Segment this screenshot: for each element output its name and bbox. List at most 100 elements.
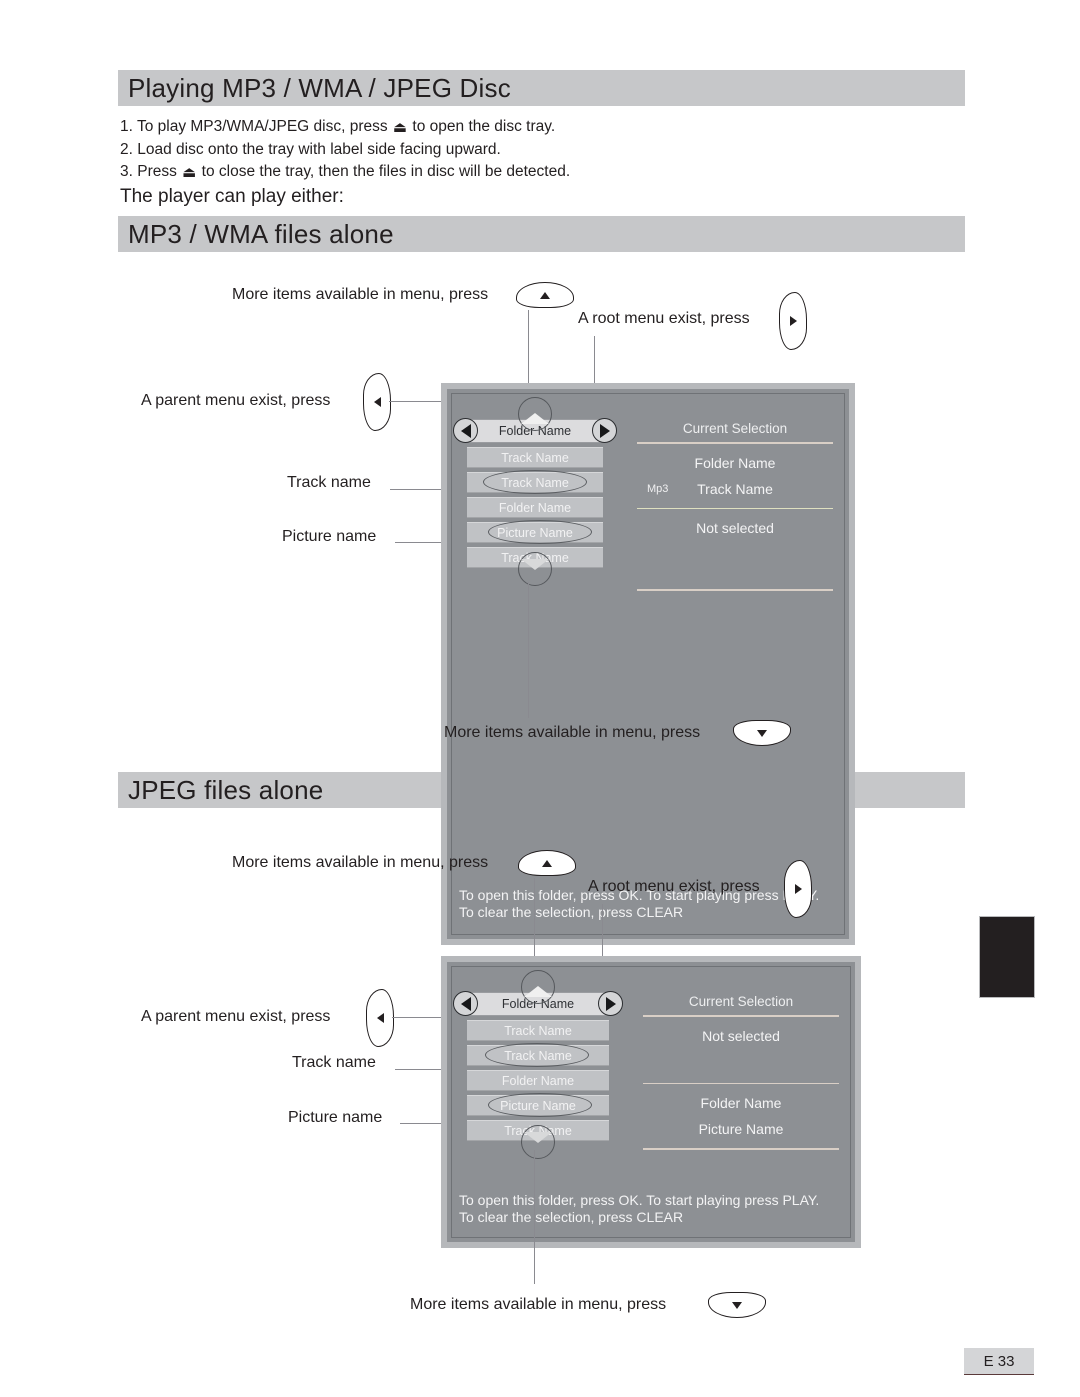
- scroll-up-indicator[interactable]: [518, 397, 552, 431]
- file-list-mp3: Folder Name Track Name Track Name Folder…: [453, 397, 617, 586]
- selection-divider: [637, 507, 833, 510]
- callout-more-items-top: More items available in menu, press: [232, 854, 489, 871]
- screen-panel-jpeg: Folder Name Track Name Track Name Folder…: [441, 956, 861, 1248]
- selection-line-folder: Folder Name: [700, 1095, 782, 1112]
- selection-line-track-label: Track Name: [697, 480, 773, 497]
- scroll-down-indicator[interactable]: [521, 1125, 555, 1159]
- list-prev-button[interactable]: [453, 418, 478, 443]
- file-list-row[interactable]: Track Name: [467, 1020, 609, 1041]
- callout-track-name: Track name: [292, 1054, 376, 1071]
- callout-parent-menu: A parent menu exist, press: [141, 392, 331, 409]
- step-1-text-pre: 1. To play MP3/WMA/JPEG disc, press: [120, 118, 388, 135]
- triangle-down-icon: [732, 1301, 742, 1309]
- leader-line-down-key: [528, 582, 529, 718]
- current-selection-pane-jpeg: Current Selection Not selected Folder Na…: [643, 994, 839, 1156]
- current-selection-pane-mp3: Current Selection Folder Name Mp3 Track …: [637, 421, 833, 597]
- selection-divider: [643, 1082, 839, 1085]
- file-list-row-label: Folder Name: [501, 1073, 575, 1088]
- callout-root-menu: A root menu exist, press: [578, 310, 750, 327]
- file-list-row[interactable]: Folder Name: [467, 1070, 609, 1091]
- selection-line-not-selected: Not selected: [696, 520, 774, 537]
- file-list-row-label: Track Name: [501, 450, 569, 465]
- step-1-text-post: to open the disc tray.: [412, 118, 556, 135]
- instruction-step-1: 1. To play MP3/WMA/JPEG disc, press ⏏ to…: [120, 116, 960, 139]
- instruction-step-3: 3. Press ⏏ to close the tray, then the f…: [120, 161, 960, 184]
- file-list-row[interactable]: Track Name: [467, 1045, 609, 1066]
- page-number-badge: E 33: [964, 1348, 1034, 1375]
- selection-line-folder: Folder Name: [694, 454, 776, 471]
- diagram-jpeg: More items available in menu, press A ro…: [0, 838, 1080, 1338]
- callout-track-name: Track name: [287, 474, 371, 491]
- scroll-up-indicator[interactable]: [521, 970, 555, 1004]
- triangle-up-icon: [521, 413, 549, 424]
- callout-parent-menu: A parent menu exist, press: [141, 1008, 331, 1025]
- selection-divider: [637, 589, 833, 591]
- file-list-jpeg: Folder Name Track Name Track Name Folder…: [453, 970, 623, 1159]
- section-title-jpeg: JPEG files alone: [128, 774, 324, 805]
- triangle-left-icon: [460, 423, 471, 438]
- section-band-mp3: MP3 / WMA files alone: [118, 216, 965, 252]
- eject-icon: ⏏: [392, 119, 408, 136]
- callout-picture-name: Picture name: [282, 528, 377, 545]
- step-3-text-pre: 3. Press: [120, 163, 177, 180]
- triangle-left-icon: [376, 1013, 384, 1023]
- selection-line-track: Mp3 Track Name: [637, 476, 833, 502]
- file-list-row-label: Folder Name: [498, 500, 572, 515]
- list-next-button[interactable]: [598, 991, 623, 1016]
- screen-help-text-jpeg: To open this folder, press OK. To start …: [459, 1192, 857, 1226]
- left-arrow-key-icon: [366, 989, 394, 1047]
- page-title-band: Playing MP3 / WMA / JPEG Disc: [118, 70, 965, 106]
- triangle-down-icon: [521, 559, 549, 570]
- scroll-down-indicator[interactable]: [518, 552, 552, 586]
- file-list-row-label: Picture Name: [497, 525, 573, 540]
- selection-divider: [643, 1148, 839, 1150]
- screen-help-line-2: To clear the selection, press CLEAR: [459, 1209, 684, 1225]
- selection-line-not-selected: Not selected: [702, 1027, 780, 1044]
- right-arrow-key-icon: [779, 292, 807, 350]
- leader-line-down-key: [534, 1150, 535, 1284]
- diagram-mp3-wma: More items available in menu, press A ro…: [0, 270, 1080, 945]
- current-selection-title: Current Selection: [688, 994, 794, 1009]
- leader-line-right-key: [602, 904, 603, 958]
- eject-icon: ⏏: [182, 164, 197, 181]
- callout-more-items-bottom: More items available in menu, press: [444, 724, 701, 741]
- mp3-format-badge: Mp3: [647, 482, 669, 495]
- current-selection-title: Current Selection: [682, 421, 788, 436]
- file-list-row[interactable]: Folder Name: [467, 497, 603, 518]
- file-list-row[interactable]: Track Name: [467, 447, 603, 468]
- file-list-row[interactable]: Track Name: [467, 472, 603, 493]
- triangle-up-icon: [524, 986, 552, 997]
- file-list-row-label: Track Name: [504, 1023, 572, 1038]
- callout-more-items-top: More items available in menu, press: [232, 286, 489, 303]
- up-arrow-key-icon: [516, 282, 574, 308]
- leader-line-up-key: [534, 878, 535, 958]
- file-list-row[interactable]: Picture Name: [467, 1095, 609, 1116]
- list-next-button[interactable]: [592, 418, 617, 443]
- file-list-row[interactable]: Picture Name: [467, 522, 603, 543]
- callout-more-items-bottom: More items available in menu, press: [410, 1296, 667, 1313]
- leader-line-right-key: [594, 336, 595, 388]
- file-list-row-label: Track Name: [504, 1048, 572, 1063]
- triangle-left-icon: [460, 996, 471, 1011]
- step-3-text-post: to close the tray, then the files in dis…: [201, 163, 571, 180]
- page-title: Playing MP3 / WMA / JPEG Disc: [128, 72, 511, 103]
- triangle-up-icon: [540, 291, 550, 299]
- right-arrow-key-icon: [784, 860, 812, 918]
- file-list-row-label: Picture Name: [500, 1098, 576, 1113]
- triangle-right-icon: [599, 423, 610, 438]
- file-list-row-label: Track Name: [501, 475, 569, 490]
- left-arrow-key-icon: [363, 373, 391, 431]
- list-prev-button[interactable]: [453, 991, 478, 1016]
- triangle-down-icon: [757, 729, 767, 737]
- up-arrow-key-icon: [518, 850, 576, 876]
- selection-divider: [637, 442, 833, 444]
- triangle-left-icon: [373, 397, 381, 407]
- triangle-right-icon: [605, 996, 616, 1011]
- callout-root-menu: A root menu exist, press: [588, 878, 760, 895]
- triangle-right-icon: [794, 884, 802, 894]
- triangle-right-icon: [789, 316, 797, 326]
- selection-line-picture: Picture Name: [698, 1121, 784, 1138]
- instruction-steps: 1. To play MP3/WMA/JPEG disc, press ⏏ to…: [120, 116, 960, 184]
- player-can-play-subheading: The player can play either:: [120, 186, 344, 207]
- section-title-mp3: MP3 / WMA files alone: [128, 218, 394, 249]
